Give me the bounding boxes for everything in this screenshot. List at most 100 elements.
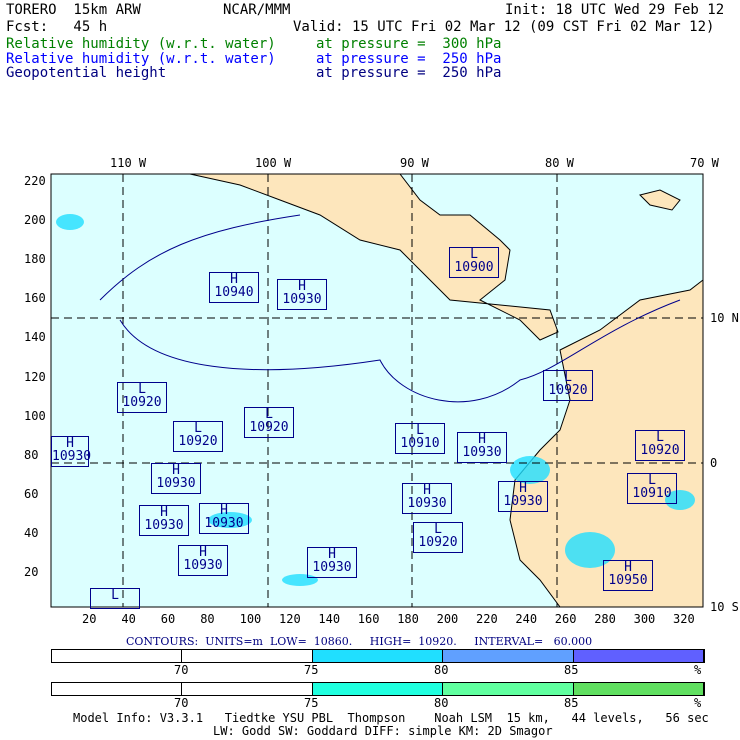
init-time: Init: 18 UTC Wed 29 Feb 12 — [505, 2, 725, 18]
pressure-center-low: L 10920 — [543, 370, 593, 401]
x-tick-label: 40 — [121, 612, 136, 626]
pressure-center-low: L 10920 — [413, 522, 463, 553]
center-value: 10930 — [407, 496, 447, 511]
center-value: 10930 — [462, 445, 502, 460]
model-info-2: LW: Godd SW: Goddard DIFF: simple KM: 2D… — [213, 724, 553, 738]
field-1-level: at pressure = 300 hPa — [316, 36, 502, 52]
x-tick-label: 240 — [515, 612, 538, 626]
y-tick-label: 220 — [24, 174, 46, 188]
forecast-hour: Fcst: 45 h — [6, 19, 108, 35]
legend-label: 80 — [434, 696, 449, 710]
y-tick-label: 100 — [24, 408, 46, 423]
pressure-center-high: H 10930 — [498, 481, 548, 512]
lon-label: 80 W — [545, 156, 574, 170]
pressure-center-low: L 10910 — [627, 473, 677, 504]
legend-bar-300hpa — [51, 682, 705, 696]
x-tick-label: 320 — [673, 612, 695, 626]
pressure-center-low: L 10920 — [173, 421, 223, 452]
org-label: NCAR/MMM — [223, 2, 291, 18]
center-value: 10920 — [122, 395, 162, 410]
pressure-center-low: L 10910 — [395, 423, 445, 454]
y-tick-label: 160 — [24, 291, 46, 306]
x-tick-label: 220 — [476, 612, 498, 626]
legend-label: 70 — [174, 663, 189, 677]
field-3-level: at pressure = 250 hPa — [316, 65, 502, 81]
x-tick-label: 160 — [357, 612, 380, 626]
legend-swatch — [312, 650, 444, 662]
legend-label: 70 — [174, 696, 189, 710]
x-tick-label: 300 — [633, 612, 656, 626]
legend-label: % — [694, 696, 702, 710]
center-value: 10930 — [204, 516, 244, 531]
y-tick-label: 80 — [24, 447, 39, 462]
pressure-center-high: H 10930 — [307, 547, 357, 578]
legend-label: 85 — [564, 663, 579, 677]
pressure-center-high: H 10930 — [277, 279, 327, 310]
y-tick-label: 60 — [24, 486, 39, 501]
field-3-name: Geopotential height — [6, 65, 167, 81]
legend-label: % — [694, 663, 702, 677]
legend-swatch — [182, 683, 313, 695]
legend-label: 85 — [564, 696, 579, 710]
legend-swatch — [573, 683, 704, 695]
center-value: 10900 — [454, 260, 494, 275]
pressure-center-high: H 10930 — [457, 432, 507, 463]
pressure-center-low: L 10920 — [635, 430, 685, 461]
x-tick-label: 100 — [239, 612, 262, 626]
center-value: 10930 — [503, 494, 543, 509]
y-tick-label: 180 — [24, 252, 46, 267]
center-value: 10930 — [183, 558, 223, 573]
center-value: 10940 — [214, 285, 254, 300]
contour-info: CONTOURS: UNITS=m LOW= 10860. HIGH= 1092… — [126, 635, 593, 648]
y-tick-label: 40 — [24, 525, 39, 540]
x-tick-label: 20 — [82, 612, 97, 626]
model-title: TORERO 15km ARW — [6, 2, 141, 18]
center-value: 10920 — [548, 383, 588, 398]
legend-swatch — [312, 683, 444, 695]
pressure-center-low: L 10900 — [449, 247, 499, 278]
legend-swatch — [182, 650, 313, 662]
legend-swatch — [573, 650, 704, 662]
y-tick-label: 140 — [24, 330, 46, 345]
center-value: 10920 — [178, 434, 218, 449]
pressure-center-low: L 10920 — [244, 407, 294, 438]
x-tick-label: 80 — [200, 612, 215, 626]
x-tick-label: 60 — [160, 612, 176, 626]
weather-map — [50, 173, 704, 608]
lon-label: 110 W — [110, 156, 147, 170]
legend-bar-250hpa — [51, 649, 705, 663]
center-value: 10920 — [418, 535, 458, 550]
pressure-center-high: H 10930 — [151, 463, 201, 494]
x-tick-label: 260 — [554, 612, 577, 626]
y-tick-label: 20 — [24, 565, 39, 579]
pressure-center-high: H 10930 — [51, 436, 92, 467]
model-info: Model Info: V3.3.1 Tiedtke YSU PBL Thomp… — [73, 711, 709, 725]
pressure-center-low: L — [90, 588, 140, 609]
lat-label: 10 N — [710, 311, 739, 325]
pressure-center-high: H 10930 — [178, 545, 228, 576]
x-tick-label: 200 — [436, 612, 459, 626]
legend-swatch — [443, 650, 574, 662]
pressure-center-high: H 10940 — [209, 272, 259, 303]
valid-time: Valid: 15 UTC Fri 02 Mar 12 (09 CST Fri … — [293, 19, 715, 35]
x-tick-label: 140 — [318, 612, 341, 626]
lon-label: 70 W — [690, 156, 719, 170]
center-type: L — [111, 588, 119, 603]
lat-label: 10 S — [710, 600, 739, 614]
legend-swatch — [52, 650, 183, 662]
center-value: 10950 — [608, 573, 648, 588]
legend-label: 75 — [304, 663, 319, 677]
center-value: 10920 — [640, 443, 680, 458]
center-value: 10930 — [52, 449, 92, 464]
legend-label: 75 — [304, 696, 319, 710]
lat-label: 0 — [710, 456, 718, 470]
lon-label: 100 W — [255, 156, 292, 170]
y-tick-label: 200 — [24, 213, 46, 228]
pressure-center-high: H 10930 — [199, 503, 249, 534]
center-value: 10930 — [156, 476, 196, 491]
center-value: 10910 — [400, 436, 440, 451]
field-1-name: Relative humidity (w.r.t. water) — [6, 36, 276, 52]
pressure-center-low: L 10920 — [117, 382, 167, 413]
center-value: 10920 — [249, 420, 289, 435]
center-value: 10910 — [632, 486, 672, 501]
